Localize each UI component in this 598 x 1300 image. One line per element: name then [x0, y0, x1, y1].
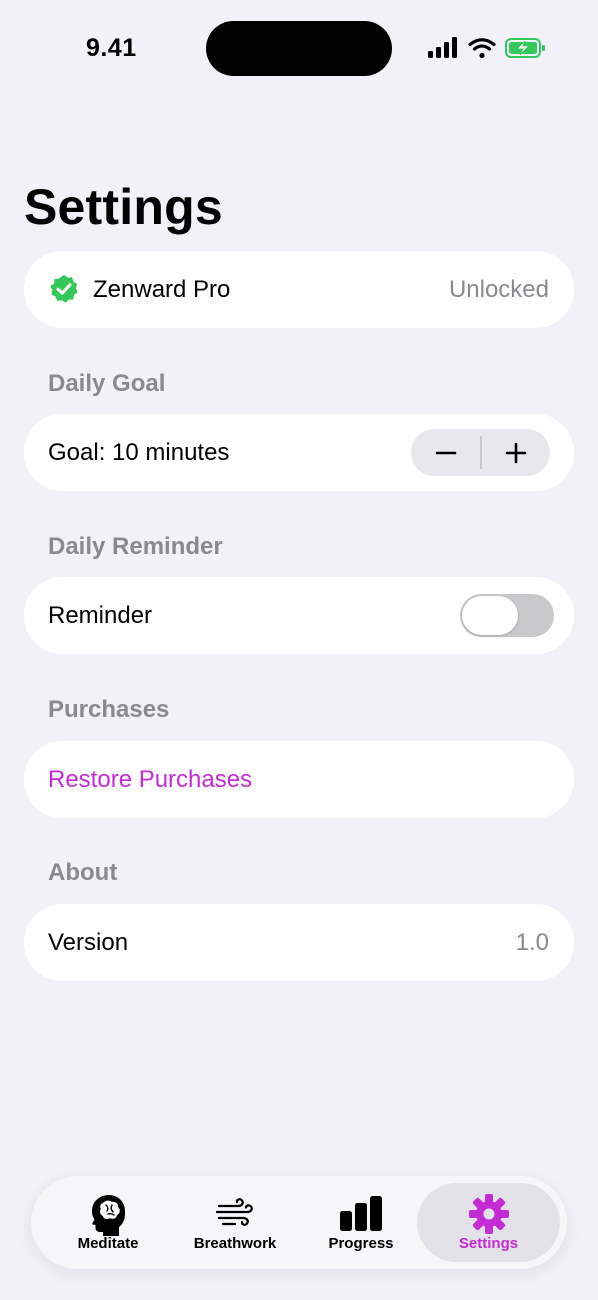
about-header: About: [48, 859, 118, 886]
pro-status: Unlocked: [448, 275, 549, 303]
daily-goal-header: Daily Goal: [48, 370, 166, 397]
status-time: 9.41: [86, 34, 137, 62]
goal-stepper[interactable]: [411, 429, 550, 476]
plus-icon: [505, 442, 526, 463]
pro-status-card[interactable]: Zenward Pro Unlocked: [24, 251, 574, 328]
toggle-knob: [462, 596, 518, 635]
version-value: 1.0: [515, 928, 549, 956]
reminder-card: Reminder: [24, 577, 574, 654]
version-label: Version: [48, 928, 129, 956]
page-title: Settings: [24, 179, 223, 235]
tab-settings[interactable]: Settings: [417, 1183, 560, 1262]
tab-meditate[interactable]: Meditate: [45, 1183, 171, 1262]
restore-purchases-card[interactable]: Restore Purchases: [24, 741, 574, 818]
increment-button[interactable]: [481, 429, 550, 476]
dynamic-island: [206, 21, 392, 76]
minus-icon: [435, 451, 456, 454]
battery-charging-icon: [505, 38, 545, 58]
decrement-button[interactable]: [411, 429, 480, 476]
tab-label: Breathwork: [193, 1235, 277, 1252]
status-bar: 9.41: [0, 0, 598, 96]
head-brain-icon: [92, 1195, 125, 1236]
bar-chart-icon: [340, 1196, 382, 1231]
wind-icon: [215, 1198, 253, 1226]
wifi-icon: [468, 38, 496, 59]
pro-title: Zenward Pro: [93, 275, 231, 303]
tab-label: Settings: [458, 1235, 519, 1252]
daily-reminder-header: Daily Reminder: [48, 533, 223, 560]
version-card: Version 1.0: [24, 904, 574, 981]
gear-icon: [468, 1194, 509, 1234]
tab-label: Progress: [328, 1235, 394, 1252]
status-icons: [428, 36, 548, 62]
reminder-label: Reminder: [48, 601, 153, 629]
tab-progress[interactable]: Progress: [298, 1183, 424, 1262]
tab-breathwork[interactable]: Breathwork: [172, 1183, 298, 1262]
restore-purchases-button[interactable]: Restore Purchases: [48, 766, 252, 794]
reminder-toggle[interactable]: [460, 594, 554, 637]
verified-badge-icon: [50, 274, 78, 303]
signal-icon: [428, 37, 457, 58]
daily-goal-card: Goal: 10 minutes: [24, 414, 574, 491]
goal-label: Goal: 10 minutes: [48, 438, 230, 466]
tab-label: Meditate: [77, 1235, 139, 1252]
purchases-header: Purchases: [48, 696, 170, 723]
tab-bar: Meditate Breathwork Progress Settings: [31, 1176, 567, 1269]
